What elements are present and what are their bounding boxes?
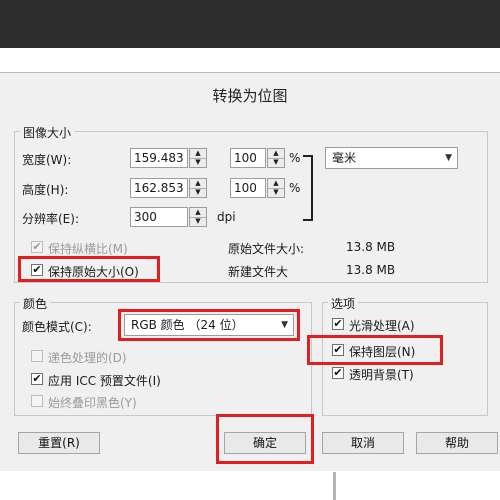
width-percent-sign: %	[289, 151, 301, 165]
resolution-spinner[interactable]: ▲ ▼	[189, 207, 207, 227]
resolution-label: 分辨率(E):	[22, 212, 79, 226]
reset-button[interactable]: 重置(R)	[18, 432, 100, 454]
dialog-title: 转换为位图	[212, 87, 288, 105]
apply-icc-checkbox[interactable]: ✔	[31, 373, 43, 385]
spin-down-icon[interactable]: ▼	[190, 217, 206, 226]
resolution-input[interactable]	[130, 207, 188, 227]
spin-down-icon[interactable]: ▼	[268, 158, 284, 167]
width-percent-input[interactable]	[230, 148, 266, 168]
width-spinner[interactable]: ▲ ▼	[189, 148, 207, 168]
height-label: 高度(H):	[22, 183, 69, 197]
image-size-group-title: 图像大小	[20, 124, 75, 141]
apply-icc-label: 应用 ICC 预置文件(I)	[48, 374, 161, 388]
width-input[interactable]	[130, 148, 188, 168]
keep-ratio-checkbox[interactable]: ✔	[31, 241, 43, 253]
height-input[interactable]	[130, 178, 188, 198]
chevron-down-icon: ▼	[445, 153, 452, 163]
link-bracket	[303, 155, 313, 221]
height-percent-input[interactable]	[230, 178, 266, 198]
resolution-unit: dpi	[217, 210, 236, 224]
bottom-divider	[333, 472, 336, 500]
new-size-value: 13.8 MB	[346, 263, 396, 277]
overprint-black-checkbox[interactable]	[31, 395, 43, 407]
height-percent-sign: %	[289, 181, 301, 195]
spin-down-icon[interactable]: ▼	[190, 158, 206, 167]
spin-down-icon[interactable]: ▼	[268, 188, 284, 197]
cancel-button[interactable]: 取消	[322, 432, 404, 454]
highlight-ok-button	[216, 414, 314, 464]
spin-down-icon[interactable]: ▼	[190, 188, 206, 197]
height-percent-spinner[interactable]: ▲ ▼	[267, 178, 285, 198]
highlight-keep-layers	[307, 335, 443, 365]
smoothing-label: 光滑处理(A)	[349, 319, 415, 333]
transparent-bg-checkbox[interactable]: ✔	[332, 367, 344, 379]
original-size-value: 13.8 MB	[346, 240, 396, 254]
dithered-label: 递色处理的(D)	[48, 351, 127, 365]
options-group-title: 选项	[328, 295, 359, 312]
unit-select[interactable]: 毫米 ▼	[325, 147, 458, 169]
highlight-keep-original	[18, 256, 160, 282]
width-label: 宽度(W):	[22, 153, 72, 167]
keep-ratio-label: 保持纵横比(M)	[48, 242, 128, 256]
dithered-checkbox[interactable]	[31, 350, 43, 362]
highlight-color-mode	[118, 309, 300, 341]
height-spinner[interactable]: ▲ ▼	[189, 178, 207, 198]
original-size-label: 原始文件大小:	[228, 242, 305, 256]
color-mode-label: 颜色模式(C):	[22, 320, 92, 334]
unit-select-value: 毫米	[332, 151, 357, 165]
convert-to-bitmap-dialog: 转换为位图 图像大小 宽度(W): ▲ ▼ ▲ ▼ % 毫米 ▼ 高度(H): …	[0, 72, 500, 471]
color-group-title: 颜色	[20, 295, 51, 312]
overprint-black-label: 始终叠印黑色(Y)	[48, 396, 137, 410]
transparent-bg-label: 透明背景(T)	[349, 368, 414, 382]
smoothing-checkbox[interactable]: ✔	[332, 318, 344, 330]
width-percent-spinner[interactable]: ▲ ▼	[267, 148, 285, 168]
new-size-label: 新建文件大	[228, 265, 289, 279]
top-dark-bar	[0, 0, 500, 48]
help-button[interactable]: 帮助	[416, 432, 498, 454]
